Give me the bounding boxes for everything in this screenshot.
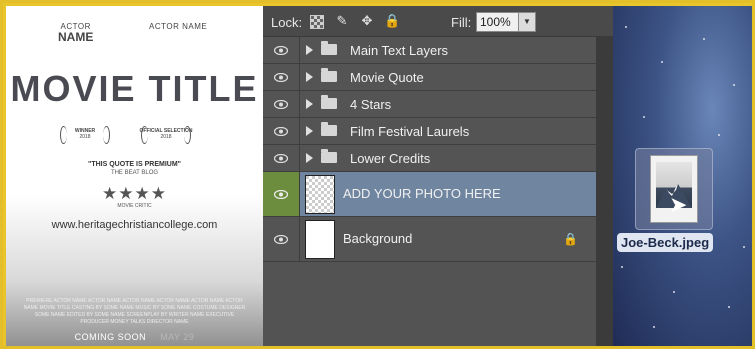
coming-soon-line: COMING SOON MAY 29 [6,332,263,342]
poster-quote: "THIS QUOTE IS PREMIUM" [88,161,181,168]
star [718,134,720,136]
folder-icon [321,41,337,55]
folder-icon [321,68,337,82]
expand-arrow-icon[interactable] [306,153,313,163]
star [673,291,675,293]
star [661,61,663,63]
folder-icon [321,122,337,136]
star [703,38,705,40]
visibility-eye-icon[interactable] [263,172,300,216]
star [653,326,655,328]
layers-panel: Lock: ✎ ✥ 🔒 Fill: 100% ▼ Main Text Layer… [263,6,613,346]
lock-label: Lock: [271,15,303,30]
fill-dropdown-icon[interactable]: ▼ [518,12,536,32]
laurel-winner: WINNER 2018 [58,124,112,146]
poster-canvas[interactable]: ACTOR NAME ACTOR NAME MOVIE TITLE WINNER… [6,6,263,346]
layer-group-4-stars[interactable]: 4 Stars [263,91,596,118]
actor-2: ACTOR NAME [149,22,207,31]
movie-title: MOVIE TITLE [10,68,259,109]
layers-scrollbar[interactable] [596,37,613,346]
screenshot-frame: ACTOR NAME ACTOR NAME MOVIE TITLE WINNER… [0,0,755,349]
lock-all-icon[interactable]: 🔒 [384,13,400,29]
star [625,26,627,28]
layer-add-your-photo-here[interactable]: ADD YOUR PHOTO HERE [263,172,596,217]
coming-soon: COMING SOON [74,332,147,342]
layer-group-main-text-layers[interactable]: Main Text Layers [263,37,596,64]
expand-arrow-icon[interactable] [306,99,313,109]
layer-name: Film Festival Laurels [350,124,470,139]
layer-name: ADD YOUR PHOTO HERE [343,186,501,201]
visibility-eye-icon[interactable] [263,217,300,261]
layer-name: Main Text Layers [350,43,449,58]
laurel-winner-year: 2018 [79,134,91,140]
lock-bar: Lock: ✎ ✥ 🔒 Fill: 100% ▼ [263,6,613,37]
desktop-background: ➤ Joe-Beck.jpeg [613,6,752,346]
visibility-eye-icon[interactable] [263,64,300,90]
star [621,266,623,268]
layer-thumbnail [305,175,335,214]
actor-1-name: NAME [58,30,94,44]
lock-image-pixels-icon[interactable]: ✎ [334,13,350,29]
laurel-selection-text: OFFICIAL SELECTION [139,128,193,134]
actor-1: ACTOR NAME [58,22,93,43]
visibility-eye-icon[interactable] [263,91,300,117]
visibility-eye-icon[interactable] [263,118,300,144]
layer-name: 4 Stars [350,97,392,112]
lock-position-icon[interactable]: ✥ [359,13,375,29]
expand-arrow-icon[interactable] [306,72,313,82]
poster-quote-source: THE BEAT BLOG [110,170,159,176]
star [743,246,745,248]
layer-name: Background [343,231,413,246]
layer-group-film-festival-laurels[interactable]: Film Festival Laurels [263,118,596,145]
actor-2-label: ACTOR NAME [149,22,208,31]
folder-icon [321,95,337,109]
padlock-icon: 🔒 [563,232,578,246]
visibility-eye-icon[interactable] [263,145,300,171]
watermark: www.heritagechristiancollege.com [51,219,218,231]
visibility-eye-icon[interactable] [263,37,300,63]
folder-icon [321,149,337,163]
star [733,84,735,86]
layer-name: Lower Credits [350,151,431,166]
expand-arrow-icon[interactable] [306,126,313,136]
poster-stars: ★★★★ [102,184,167,203]
laurel-official-selection: OFFICIAL SELECTION 2018 [139,124,193,146]
file-selection[interactable] [635,148,713,230]
layer-group-movie-quote[interactable]: Movie Quote [263,64,596,91]
lock-transparent-pixels-icon[interactable] [310,15,324,29]
release-date: MAY 29 [160,332,195,342]
layer-group-lower-credits[interactable]: Lower Credits [263,145,596,172]
laurel-selection-year: 2018 [160,134,172,140]
star [728,306,730,308]
layer-name: Movie Quote [350,70,424,85]
laurel-winner-text: WINNER [74,128,96,134]
layer-thumbnail [305,220,335,259]
poster-credits: PREMIERE ACTOR NAME ACTOR NAME ACTOR NAM… [23,298,246,325]
fill-label: Fill: [451,15,472,30]
poster-critic: MOVIE CRITIC [117,203,152,209]
mouse-cursor-icon: ➤ [669,192,688,217]
expand-arrow-icon[interactable] [306,45,313,55]
file-name-label[interactable]: Joe-Beck.jpeg [617,233,714,252]
layer-background[interactable]: Background 🔒 [263,217,596,262]
star [643,116,645,118]
